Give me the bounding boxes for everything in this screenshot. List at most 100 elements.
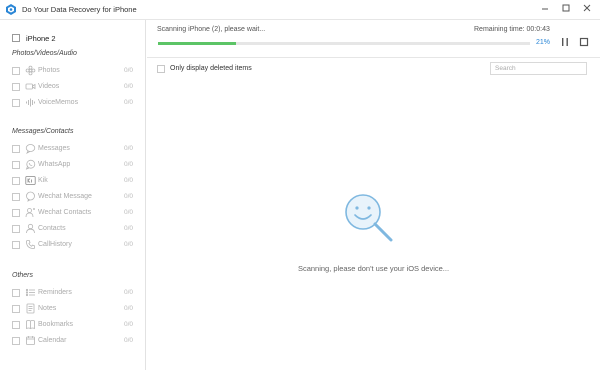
sidebar-item-label: WhatsApp bbox=[38, 161, 71, 168]
checkbox[interactable] bbox=[12, 193, 20, 201]
item-count: 0/0 bbox=[124, 337, 134, 344]
checkbox[interactable] bbox=[12, 337, 20, 345]
search-input[interactable] bbox=[490, 62, 587, 75]
checkbox[interactable] bbox=[12, 145, 20, 153]
app-logo-icon bbox=[4, 3, 18, 16]
sidebar-item-label: Videos bbox=[38, 83, 60, 90]
sidebar-item-label: Kik bbox=[38, 177, 48, 184]
progress-fill bbox=[158, 42, 237, 45]
sidebar-item-whatsapp[interactable]: WhatsApp 0/0 bbox=[0, 158, 146, 172]
maximize-icon[interactable] bbox=[559, 3, 573, 16]
sidebar-item-label: Calendar bbox=[38, 337, 67, 344]
main-panel: Scanning iPhone (2), please wait... Rema… bbox=[147, 20, 600, 370]
item-count: 0/0 bbox=[124, 209, 134, 216]
sidebar-item-reminders[interactable]: Reminders 0/0 bbox=[0, 286, 146, 300]
sidebar-item-wechat-contacts[interactable]: Wechat Contacts 0/0 bbox=[0, 206, 146, 220]
device-row[interactable]: iPhone 2 bbox=[0, 32, 146, 46]
magnifier-smiley-icon bbox=[343, 192, 403, 252]
kik-icon bbox=[25, 175, 36, 186]
sidebar-item-bookmarks[interactable]: Bookmarks 0/0 bbox=[0, 318, 146, 332]
sidebar-item-kik[interactable]: Kik 0/0 bbox=[0, 174, 146, 188]
sidebar-item-wechat-message[interactable]: Wechat Message 0/0 bbox=[0, 190, 146, 204]
item-count: 0/0 bbox=[124, 145, 134, 152]
divider bbox=[147, 57, 600, 58]
calendar-icon bbox=[25, 335, 36, 346]
item-count: 0/0 bbox=[124, 99, 134, 106]
phone-icon bbox=[25, 239, 36, 250]
bookmark-icon bbox=[25, 319, 36, 330]
sidebar-item-label: Wechat Contacts bbox=[38, 209, 92, 216]
checkbox[interactable] bbox=[12, 161, 20, 169]
wechat-icon bbox=[25, 191, 36, 202]
checkbox[interactable] bbox=[12, 177, 20, 185]
note-icon bbox=[25, 303, 36, 314]
minimize-icon[interactable] bbox=[538, 3, 552, 16]
deleted-only-checkbox[interactable] bbox=[157, 65, 165, 73]
scan-status: Scanning iPhone (2), please wait... bbox=[157, 26, 266, 33]
stop-icon bbox=[579, 37, 589, 47]
remaining-time: Remaining time: 00:0:43 bbox=[474, 26, 550, 33]
sidebar-item-photos[interactable]: Photos 0/0 bbox=[0, 64, 146, 78]
deleted-only-label: Only display deleted items bbox=[170, 65, 252, 72]
sidebar-item-contacts[interactable]: Contacts 0/0 bbox=[0, 222, 146, 236]
checkbox[interactable] bbox=[12, 209, 20, 217]
sidebar-item-label: Photos bbox=[38, 67, 60, 74]
close-icon[interactable] bbox=[580, 3, 594, 16]
sidebar-item-calendar[interactable]: Calendar 0/0 bbox=[0, 334, 146, 348]
sidebar-item-notes[interactable]: Notes 0/0 bbox=[0, 302, 146, 316]
sidebar-item-label: VoiceMemos bbox=[38, 99, 79, 106]
sidebar-item-videos[interactable]: Videos 0/0 bbox=[0, 80, 146, 94]
progress-percent: 21% bbox=[536, 39, 551, 46]
person-icon bbox=[25, 223, 36, 234]
checkbox[interactable] bbox=[12, 67, 20, 75]
checkbox[interactable] bbox=[12, 83, 20, 91]
device-checkbox[interactable] bbox=[12, 34, 20, 42]
scan-message: Scanning, please don't use your iOS devi… bbox=[297, 264, 450, 273]
pause-icon bbox=[562, 38, 568, 46]
item-count: 0/0 bbox=[124, 241, 134, 248]
item-count: 0/0 bbox=[124, 193, 134, 200]
item-count: 0/0 bbox=[124, 83, 134, 90]
category-title-messages: Messages/Contacts bbox=[12, 128, 74, 135]
sidebar-item-label: Messages bbox=[38, 145, 70, 152]
category-title-others: Others bbox=[12, 272, 34, 279]
sidebar-item-callhistory[interactable]: CallHistory 0/0 bbox=[0, 238, 146, 252]
title-bar: Do Your Data Recovery for iPhone bbox=[0, 0, 600, 20]
item-count: 0/0 bbox=[124, 177, 134, 184]
reminder-list-icon bbox=[25, 287, 36, 298]
flower-icon bbox=[25, 65, 36, 76]
checkbox[interactable] bbox=[12, 241, 20, 249]
chat-bubble-icon bbox=[25, 143, 36, 154]
category-title-photos: Photos/Videos/Audio bbox=[12, 50, 77, 57]
app-title: Do Your Data Recovery for iPhone bbox=[22, 5, 137, 14]
checkbox[interactable] bbox=[12, 305, 20, 313]
sidebar-item-label: Reminders bbox=[38, 289, 72, 296]
checkbox[interactable] bbox=[12, 321, 20, 329]
stop-button[interactable] bbox=[579, 36, 589, 48]
video-camera-icon bbox=[25, 81, 36, 92]
checkbox[interactable] bbox=[12, 225, 20, 233]
item-count: 0/0 bbox=[124, 67, 134, 74]
item-count: 0/0 bbox=[124, 321, 134, 328]
sidebar-item-label: CallHistory bbox=[38, 241, 72, 248]
item-count: 0/0 bbox=[124, 305, 134, 312]
sidebar-item-label: Contacts bbox=[38, 225, 66, 232]
sound-wave-icon bbox=[25, 97, 36, 108]
wechat-contact-icon bbox=[25, 207, 36, 218]
sidebar-item-messages[interactable]: Messages 0/0 bbox=[0, 142, 146, 156]
sidebar: iPhone 2 Photos/Videos/Audio Photos 0/0 … bbox=[0, 20, 146, 370]
progress-bar bbox=[158, 42, 530, 45]
deleted-only-filter[interactable]: Only display deleted items bbox=[157, 64, 357, 76]
checkbox[interactable] bbox=[12, 99, 20, 107]
sidebar-item-label: Notes bbox=[38, 305, 57, 312]
whatsapp-icon bbox=[25, 159, 36, 170]
sidebar-item-label: Bookmarks bbox=[38, 321, 74, 328]
checkbox[interactable] bbox=[12, 289, 20, 297]
item-count: 0/0 bbox=[124, 225, 134, 232]
sidebar-item-voicememos[interactable]: VoiceMemos 0/0 bbox=[0, 96, 146, 110]
device-name: iPhone 2 bbox=[26, 34, 56, 43]
pause-button[interactable] bbox=[560, 36, 570, 48]
sidebar-item-label: Wechat Message bbox=[38, 193, 92, 200]
item-count: 0/0 bbox=[124, 161, 134, 168]
item-count: 0/0 bbox=[124, 289, 134, 296]
